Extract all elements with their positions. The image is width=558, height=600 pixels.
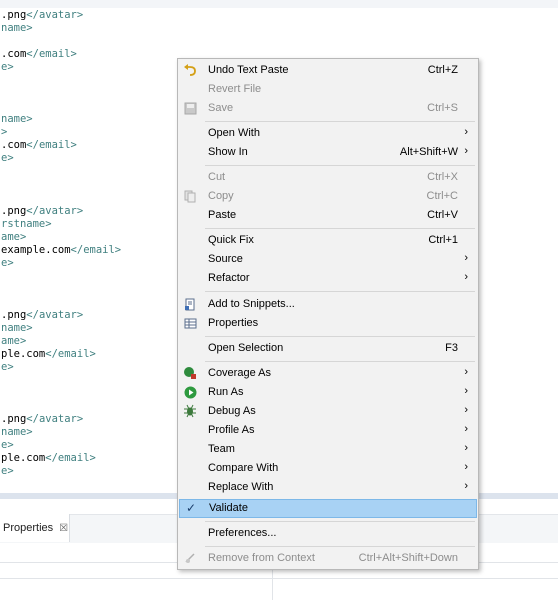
submenu-arrow-icon: › — [464, 404, 468, 416]
menu-item-preferences[interactable]: Preferences... — [179, 524, 477, 543]
menu-item-compare-with[interactable]: Compare With › — [179, 459, 477, 478]
snippets-icon — [183, 297, 197, 311]
submenu-arrow-icon: › — [464, 126, 468, 138]
menu-item-undo-text-paste[interactable]: Undo Text Paste Ctrl+Z — [179, 61, 477, 80]
menu-item-quick-fix[interactable]: Quick Fix Ctrl+1 — [179, 231, 477, 250]
copy-icon — [183, 189, 197, 203]
menu-item-properties[interactable]: Properties — [179, 314, 477, 333]
menu-item-cut[interactable]: Cut Ctrl+X — [179, 168, 477, 187]
code-line: .com</email> — [1, 48, 77, 60]
menu-item-remove-from-context[interactable]: Remove from Context Ctrl+Alt+Shift+Down — [179, 549, 477, 568]
submenu-arrow-icon: › — [464, 385, 468, 397]
tab-properties[interactable]: Properties ☒ — [0, 514, 70, 542]
menu-item-copy[interactable]: Copy Ctrl+C — [179, 187, 477, 206]
code-line: e> — [1, 361, 14, 373]
menu-item-team[interactable]: Team › — [179, 440, 477, 459]
submenu-arrow-icon: › — [464, 442, 468, 454]
code-line: e> — [1, 61, 14, 73]
menu-item-show-in[interactable]: Show In Alt+Shift+W › — [179, 143, 477, 162]
save-icon — [183, 101, 197, 115]
menu-separator — [205, 121, 475, 122]
menu-separator — [205, 165, 475, 166]
close-icon[interactable]: ☒ — [59, 523, 68, 534]
code-line: rstname> — [1, 218, 52, 230]
menu-item-paste[interactable]: Paste Ctrl+V — [179, 206, 477, 225]
code-line: .png</avatar> — [1, 413, 84, 425]
code-line: name> — [1, 322, 33, 334]
debug-icon — [183, 404, 197, 418]
code-line: ple.com</email> — [1, 452, 96, 464]
properties-icon — [183, 316, 197, 330]
menu-item-open-with[interactable]: Open With › — [179, 124, 477, 143]
menu-separator — [205, 336, 475, 337]
code-line: example.com</email> — [1, 244, 122, 256]
code-line: e> — [1, 152, 14, 164]
code-line: .png</avatar> — [1, 9, 84, 21]
code-line: name> — [1, 22, 33, 34]
menu-item-add-to-snippets[interactable]: Add to Snippets... — [179, 295, 477, 314]
code-line: .png</avatar> — [1, 205, 84, 217]
submenu-arrow-icon: › — [464, 461, 468, 473]
menu-separator — [205, 228, 475, 229]
menu-item-validate[interactable]: ✓ Validate — [179, 499, 477, 518]
menu-item-revert-file[interactable]: Revert File — [179, 80, 477, 99]
menu-item-source[interactable]: Source › — [179, 250, 477, 269]
menu-separator — [205, 546, 475, 547]
properties-grid-line — [0, 578, 558, 579]
menu-separator — [205, 521, 475, 522]
submenu-arrow-icon: › — [464, 423, 468, 435]
context-menu: Undo Text Paste Ctrl+Z Revert File Save … — [177, 58, 479, 570]
submenu-arrow-icon: › — [464, 366, 468, 378]
code-line: .png</avatar> — [1, 309, 84, 321]
submenu-arrow-icon: › — [464, 145, 468, 157]
code-line: name> — [1, 426, 33, 438]
code-line: ple.com</email> — [1, 348, 96, 360]
menu-item-profile-as[interactable]: Profile As › — [179, 421, 477, 440]
submenu-arrow-icon: › — [464, 252, 468, 264]
code-line: e> — [1, 465, 14, 477]
menu-item-run-as[interactable]: Run As › — [179, 383, 477, 402]
code-line: name> — [1, 113, 33, 125]
menu-item-coverage-as[interactable]: Coverage As › — [179, 364, 477, 383]
editor-top-strip — [0, 0, 558, 8]
menu-item-refactor[interactable]: Refactor › — [179, 269, 477, 288]
menu-separator — [205, 361, 475, 362]
menu-item-open-selection[interactable]: Open Selection F3 — [179, 339, 477, 358]
menu-item-save[interactable]: Save Ctrl+S — [179, 99, 477, 118]
code-line: e> — [1, 257, 14, 269]
code-line: ame> — [1, 231, 27, 243]
menu-separator — [205, 291, 475, 292]
tab-label: Properties — [3, 522, 54, 534]
menu-item-debug-as[interactable]: Debug As › — [179, 402, 477, 421]
submenu-arrow-icon: › — [464, 480, 468, 492]
menu-item-replace-with[interactable]: Replace With › — [179, 478, 477, 497]
coverage-icon — [183, 366, 197, 380]
submenu-arrow-icon: › — [464, 271, 468, 283]
code-line: > — [1, 126, 8, 138]
code-line: ame> — [1, 335, 27, 347]
undo-icon — [183, 63, 197, 77]
run-icon — [183, 385, 197, 399]
code-line: e> — [1, 439, 14, 451]
remove-context-icon — [183, 551, 197, 565]
checkmark-icon: ✓ — [185, 501, 197, 515]
code-line: .com</email> — [1, 139, 77, 151]
